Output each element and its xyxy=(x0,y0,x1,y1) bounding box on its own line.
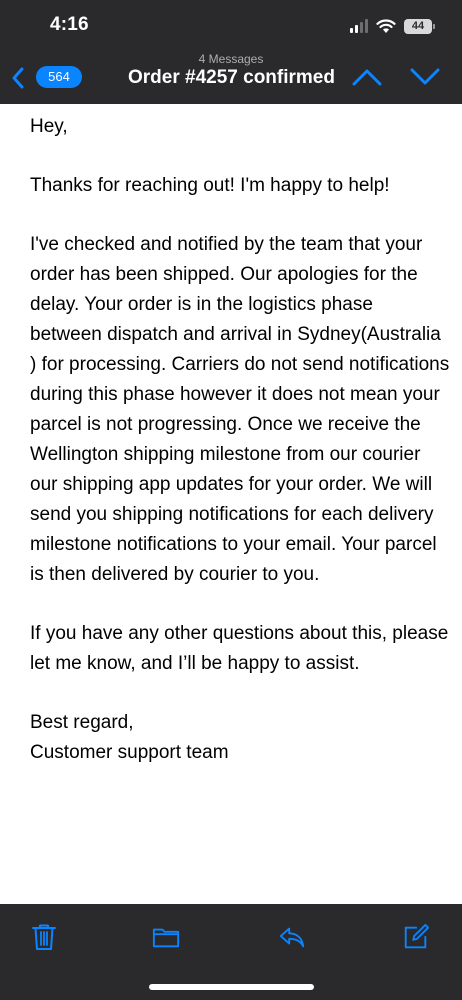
details-paragraph: I've checked and notified by the team th… xyxy=(30,234,450,585)
reply-icon[interactable] xyxy=(278,922,306,952)
battery-level: 44 xyxy=(411,20,425,32)
message-body: Hey, Thanks for reaching out! I'm happy … xyxy=(30,112,450,768)
status-icons: 44 xyxy=(350,16,435,36)
chevron-down-icon[interactable] xyxy=(410,68,440,86)
thanks-paragraph: Thanks for reaching out! I'm happy to he… xyxy=(30,175,390,196)
message-count: 4 Messages xyxy=(198,52,264,66)
signoff: Best regard, xyxy=(30,712,134,733)
signature: Customer support team xyxy=(30,742,229,763)
compose-icon[interactable] xyxy=(402,922,430,952)
folder-icon[interactable] xyxy=(152,922,180,952)
top-bar: 4:16 44 564 4 Messages Order #4257 confi… xyxy=(0,0,462,104)
battery-icon: 44 xyxy=(404,18,435,34)
thread-title: Order #4257 confirmed xyxy=(128,67,335,88)
chevron-left-icon[interactable] xyxy=(10,66,26,90)
chevron-up-icon[interactable] xyxy=(352,68,382,86)
status-time: 4:16 xyxy=(50,14,89,35)
wifi-icon xyxy=(376,19,396,33)
trash-icon[interactable] xyxy=(30,922,58,952)
home-indicator[interactable] xyxy=(149,984,314,990)
closing-paragraph: If you have any other questions about th… xyxy=(30,623,449,674)
signal-icon xyxy=(350,19,368,33)
mail-screen: 4:16 44 564 4 Messages Order #4257 confi… xyxy=(0,0,462,1000)
greeting: Hey, xyxy=(30,116,68,137)
back-count-badge[interactable]: 564 xyxy=(36,66,82,88)
